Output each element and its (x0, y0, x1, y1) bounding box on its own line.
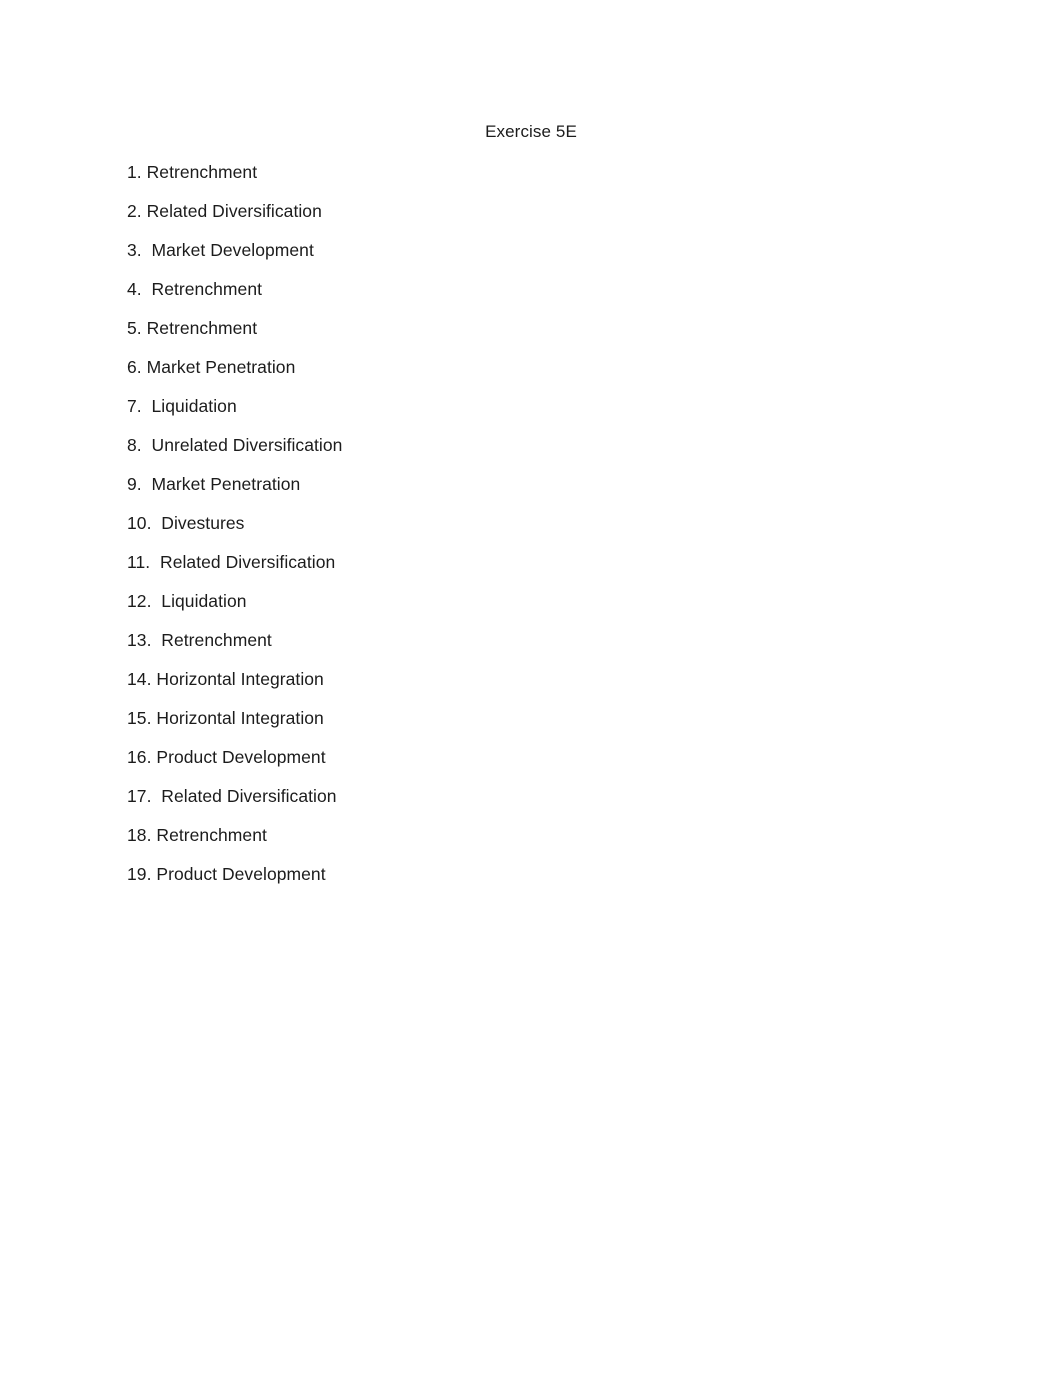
list-item: 2. Related Diversification (127, 201, 322, 221)
list-item: 10. Divestures (127, 513, 245, 533)
list-item: 16. Product Development (127, 747, 326, 767)
list-item: 4. Retrenchment (127, 279, 263, 299)
list-item: 19. Product Development (127, 864, 326, 884)
list-item: 12. Liquidation (127, 591, 247, 611)
list-item: 11. Related Diversification (127, 552, 336, 572)
list-item: 6. Market Penetration (127, 357, 296, 377)
list-item: 9. Market Penetration (127, 474, 301, 494)
list-item: 3. Market Development (127, 240, 314, 260)
list-item: 1. Retrenchment (127, 162, 258, 182)
list-item: 8. Unrelated Diversification (127, 435, 343, 455)
list-item: 7. Liquidation (127, 396, 237, 416)
page-title: Exercise 5E (485, 122, 577, 141)
list-item: 18. Retrenchment (127, 825, 267, 845)
list-item: 5. Retrenchment (127, 318, 258, 338)
answer-list: 1. Retrenchment 2. Related Diversificati… (127, 161, 947, 902)
list-item: 17. Related Diversification (127, 786, 337, 806)
document-page: Exercise 5E 1. Retrenchment 2. Related D… (0, 0, 1062, 1376)
list-item: 14. Horizontal Integration (127, 669, 324, 689)
list-item: 15. Horizontal Integration (127, 708, 324, 728)
list-item: 13. Retrenchment (127, 630, 272, 650)
